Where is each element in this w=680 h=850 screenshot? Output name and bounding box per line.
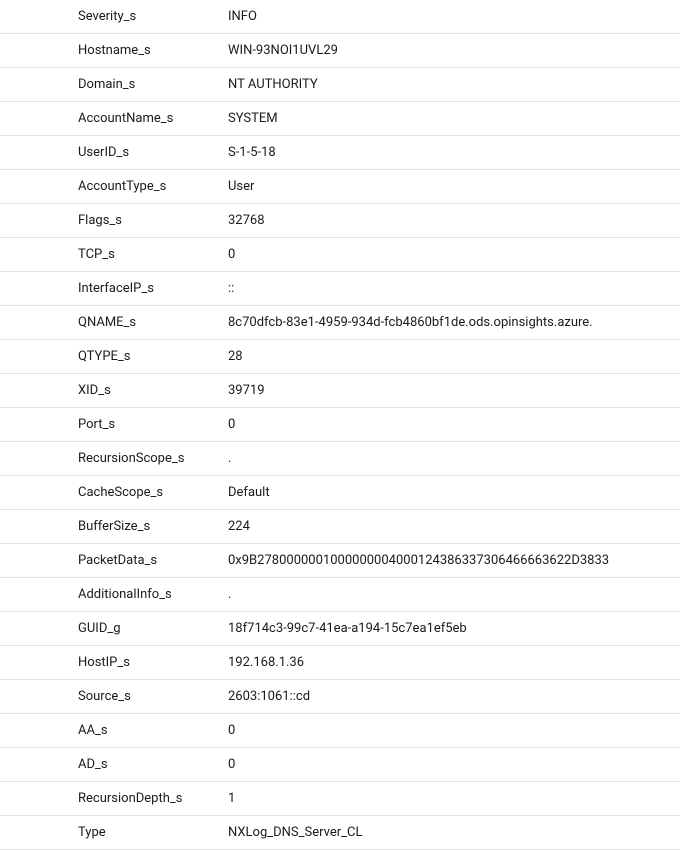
property-key: BufferSize_s [30,510,220,543]
table-row: PacketData_s0x9B278000000100000000400012… [0,544,680,578]
property-value: INFO [220,0,680,33]
property-value: S-1-5-18 [220,136,680,169]
table-row: HostIP_s192.168.1.36 [0,646,680,680]
property-key: AdditionalInfo_s [30,578,220,611]
table-row: Hostname_sWIN-93NOI1UVL29 [0,34,680,68]
table-row: Source_s2603:1061::cd [0,680,680,714]
property-key: RecursionScope_s [30,442,220,475]
table-row: Severity_sINFO [0,0,680,34]
property-key: QTYPE_s [30,340,220,373]
table-row: CacheScope_sDefault [0,476,680,510]
property-value: Default [220,476,680,509]
property-key: QNAME_s [30,306,220,339]
table-row: RecursionDepth_s1 [0,782,680,816]
property-value: 32768 [220,204,680,237]
table-row: QNAME_s8c70dfcb-83e1-4959-934d-fcb4860bf… [0,306,680,340]
table-row: TCP_s0 [0,238,680,272]
table-row: Domain_sNT AUTHORITY [0,68,680,102]
property-value: 192.168.1.36 [220,646,680,679]
table-row: Port_s0 [0,408,680,442]
property-key: HostIP_s [30,646,220,679]
table-row: UserID_sS-1-5-18 [0,136,680,170]
property-key: AD_s [30,748,220,781]
property-key: AccountName_s [30,102,220,135]
property-key: Hostname_s [30,34,220,67]
property-key: RecursionDepth_s [30,782,220,815]
property-value: 8c70dfcb-83e1-4959-934d-fcb4860bf1de.ods… [220,306,680,339]
table-row: AccountType_sUser [0,170,680,204]
property-key: Type [30,816,220,849]
table-row: QTYPE_s28 [0,340,680,374]
property-value: . [220,578,680,611]
property-value: WIN-93NOI1UVL29 [220,34,680,67]
property-key: Severity_s [30,0,220,33]
property-key: AccountType_s [30,170,220,203]
property-value: 39719 [220,374,680,407]
property-value: NT AUTHORITY [220,68,680,101]
property-value: NXLog_DNS_Server_CL [220,816,680,849]
property-value: 18f714c3-99c7-41ea-a194-15c7ea1ef5eb [220,612,680,645]
table-row: RecursionScope_s. [0,442,680,476]
property-key: Source_s [30,680,220,713]
table-row: AccountName_sSYSTEM [0,102,680,136]
table-row: Flags_s32768 [0,204,680,238]
property-value: 0 [220,748,680,781]
property-value: 0x9B278000000100000000400012438633730646… [220,544,680,577]
property-key: Flags_s [30,204,220,237]
property-value: . [220,442,680,475]
property-value: 0 [220,238,680,271]
table-row: AD_s0 [0,748,680,782]
property-value: 28 [220,340,680,373]
property-key: GUID_g [30,612,220,645]
property-value: 0 [220,408,680,441]
property-value: User [220,170,680,203]
table-row: AdditionalInfo_s. [0,578,680,612]
property-key: TCP_s [30,238,220,271]
table-row: AA_s0 [0,714,680,748]
table-row: GUID_g18f714c3-99c7-41ea-a194-15c7ea1ef5… [0,612,680,646]
table-row: XID_s39719 [0,374,680,408]
property-value: 0 [220,714,680,747]
property-value: 224 [220,510,680,543]
properties-table: Severity_sINFOHostname_sWIN-93NOI1UVL29D… [0,0,680,850]
property-key: Domain_s [30,68,220,101]
property-value: SYSTEM [220,102,680,135]
property-key: InterfaceIP_s [30,272,220,305]
table-row: InterfaceIP_s:: [0,272,680,306]
property-key: AA_s [30,714,220,747]
property-key: UserID_s [30,136,220,169]
property-value: :: [220,272,680,305]
property-key: PacketData_s [30,544,220,577]
property-value: 1 [220,782,680,815]
property-key: Port_s [30,408,220,441]
table-row: BufferSize_s224 [0,510,680,544]
table-row: TypeNXLog_DNS_Server_CL [0,816,680,850]
property-key: CacheScope_s [30,476,220,509]
property-value: 2603:1061::cd [220,680,680,713]
property-key: XID_s [30,374,220,407]
